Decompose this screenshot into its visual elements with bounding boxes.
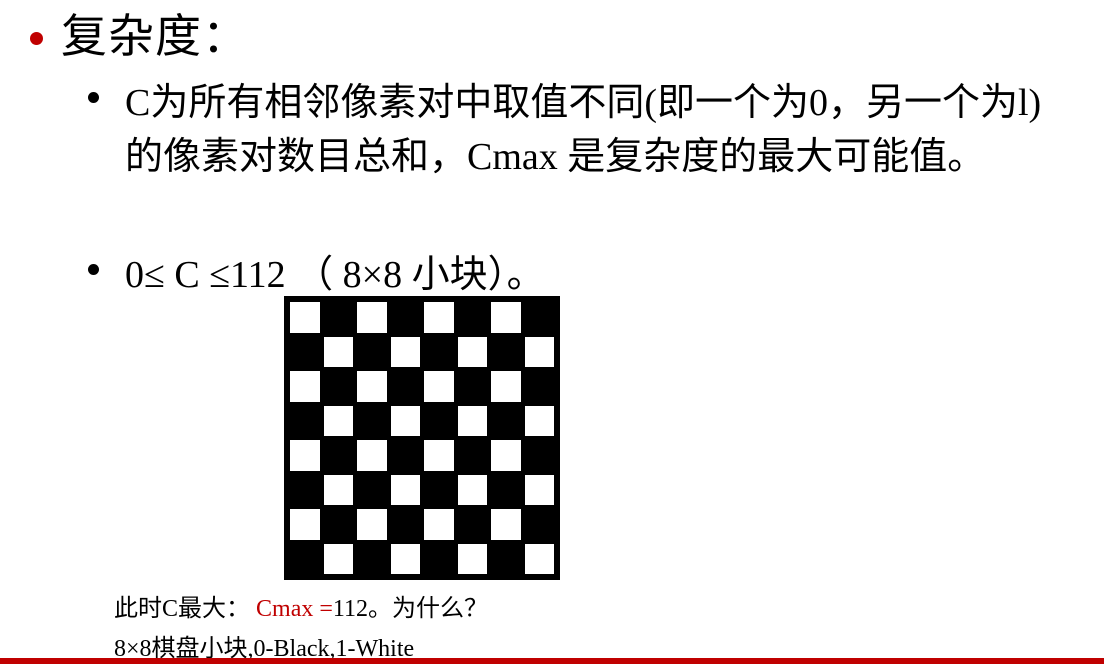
black-square: [522, 438, 556, 473]
black-square: [522, 507, 556, 542]
white-square: [524, 474, 554, 505]
white-square: [491, 440, 521, 471]
black-square: [288, 541, 322, 576]
checkerboard-grid: [288, 300, 556, 576]
checkerboard-image: [284, 296, 560, 580]
white-square: [491, 302, 521, 333]
black-square: [522, 300, 556, 335]
black-square: [355, 334, 389, 369]
white-square: [323, 336, 353, 367]
bullet-item-range: 0≤ C ≤112 （ 8×8 小块）。: [88, 248, 545, 302]
white-square: [323, 405, 353, 436]
black-square: [455, 300, 489, 335]
white-square: [457, 336, 487, 367]
black-square: [355, 472, 389, 507]
bullet-dot-icon: [88, 264, 99, 275]
white-square: [524, 405, 554, 436]
white-square: [491, 371, 521, 402]
black-square: [522, 369, 556, 404]
black-square: [489, 403, 523, 438]
white-square: [524, 543, 554, 574]
white-square: [524, 336, 554, 367]
black-square: [455, 369, 489, 404]
white-square: [424, 509, 454, 540]
black-square: [455, 507, 489, 542]
black-square: [321, 507, 355, 542]
white-square: [457, 543, 487, 574]
black-square: [489, 334, 523, 369]
black-square: [422, 541, 456, 576]
black-square: [288, 334, 322, 369]
title-bullet-icon: [30, 31, 43, 45]
bullet-item-definition: C为所有相邻像素对中取值不同(即一个为0，另一个为l)的像素对数目总和，Cmax…: [88, 76, 1058, 184]
bottom-accent-bar: [0, 658, 1104, 664]
white-square: [357, 371, 387, 402]
black-square: [388, 300, 422, 335]
black-square: [422, 334, 456, 369]
black-square: [489, 472, 523, 507]
white-square: [357, 509, 387, 540]
caption-prefix: 此时C最大：: [114, 596, 251, 622]
black-square: [489, 541, 523, 576]
black-square: [388, 369, 422, 404]
white-square: [323, 474, 353, 505]
white-square: [457, 474, 487, 505]
white-square: [424, 371, 454, 402]
bullet-text: 0≤ C ≤112 （ 8×8 小块）。: [125, 254, 545, 296]
black-square: [422, 472, 456, 507]
caption-line-1: 此时C最大： Cmax =112。为什么？: [114, 594, 488, 624]
slide-title: 复杂度：: [61, 9, 249, 63]
white-square: [390, 405, 420, 436]
black-square: [321, 300, 355, 335]
white-square: [390, 336, 420, 367]
black-square: [321, 438, 355, 473]
black-square: [355, 541, 389, 576]
caption-suffix: 112。为什么？: [332, 596, 488, 622]
black-square: [388, 507, 422, 542]
slide-title-row: 复杂度：: [30, 4, 249, 68]
bullet-text: C为所有相邻像素对中取值不同(即一个为0，另一个为l)的像素对数目总和，Cmax…: [125, 82, 1042, 178]
white-square: [424, 440, 454, 471]
black-square: [388, 438, 422, 473]
caption-cmax-label: Cmax =: [256, 596, 333, 622]
white-square: [290, 440, 320, 471]
white-square: [390, 474, 420, 505]
black-square: [288, 403, 322, 438]
white-square: [457, 405, 487, 436]
white-square: [290, 509, 320, 540]
black-square: [288, 472, 322, 507]
white-square: [390, 543, 420, 574]
black-square: [422, 403, 456, 438]
white-square: [424, 302, 454, 333]
white-square: [323, 543, 353, 574]
bullet-dot-icon: [88, 92, 99, 103]
white-square: [357, 302, 387, 333]
black-square: [455, 438, 489, 473]
white-square: [290, 302, 320, 333]
black-square: [321, 369, 355, 404]
black-square: [355, 403, 389, 438]
white-square: [357, 440, 387, 471]
white-square: [491, 509, 521, 540]
white-square: [290, 371, 320, 402]
